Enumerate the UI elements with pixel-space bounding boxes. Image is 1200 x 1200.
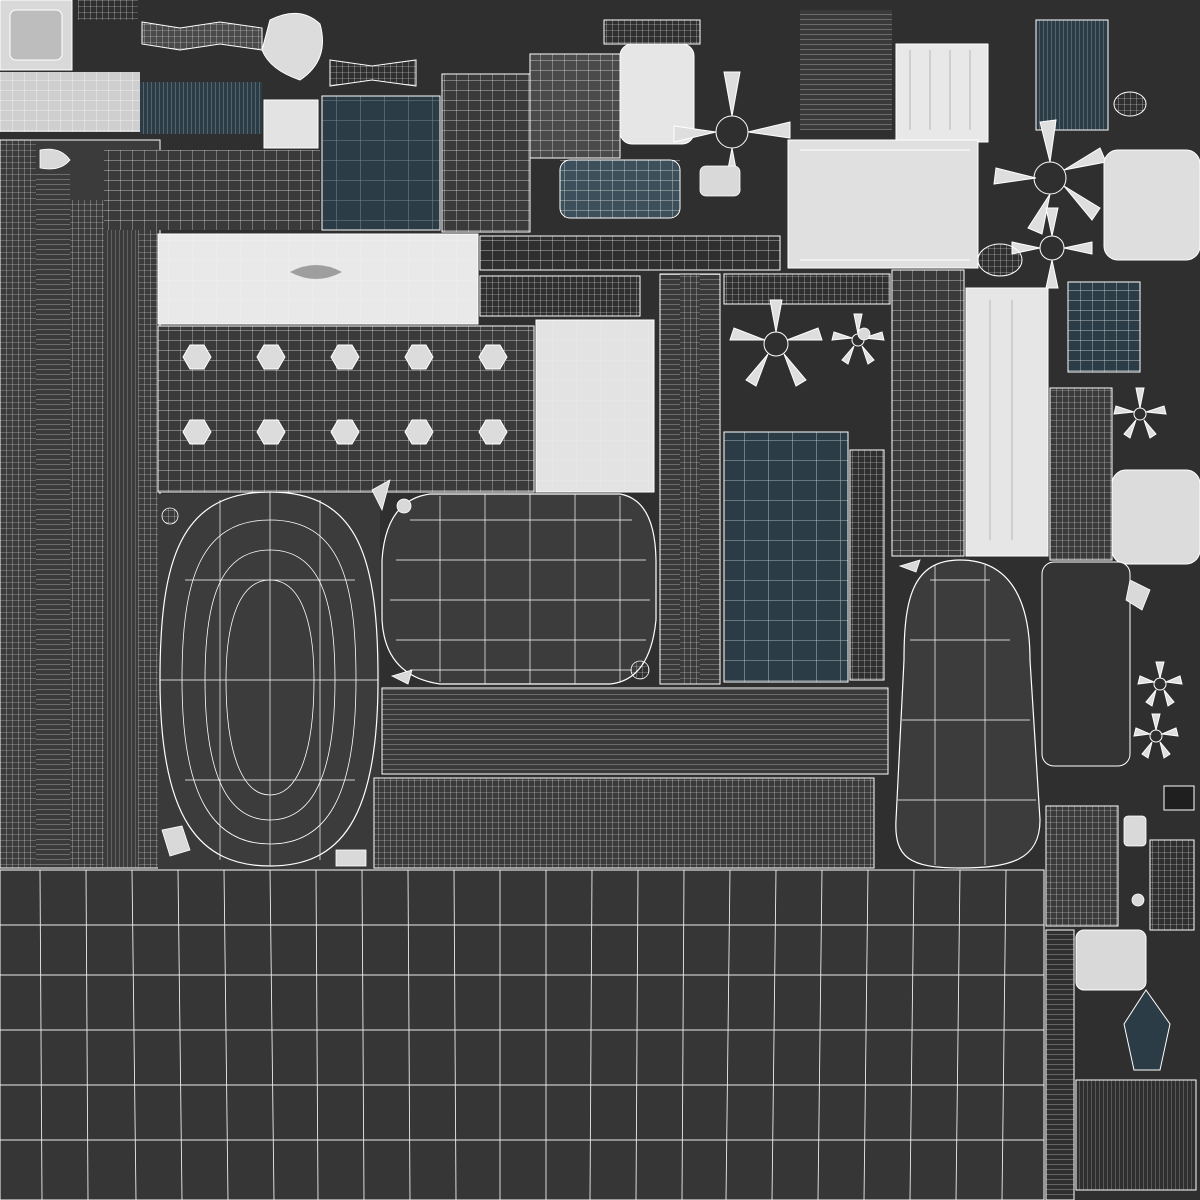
uv-island-large-oval	[158, 491, 380, 870]
uv-island-hex-bolt-rows	[157, 319, 655, 493]
wheel-hub-icon	[977, 243, 1023, 277]
uv-island-center-grid-blocks	[373, 687, 889, 869]
uv-atlas-canvas	[0, 0, 1200, 1200]
uv-island-rounded-square	[381, 493, 657, 685]
wheel-hub-icon	[1113, 91, 1147, 117]
uv-island-bottom-floor-panel	[0, 869, 1045, 1200]
uv-island-left-tall-strip	[0, 139, 161, 869]
